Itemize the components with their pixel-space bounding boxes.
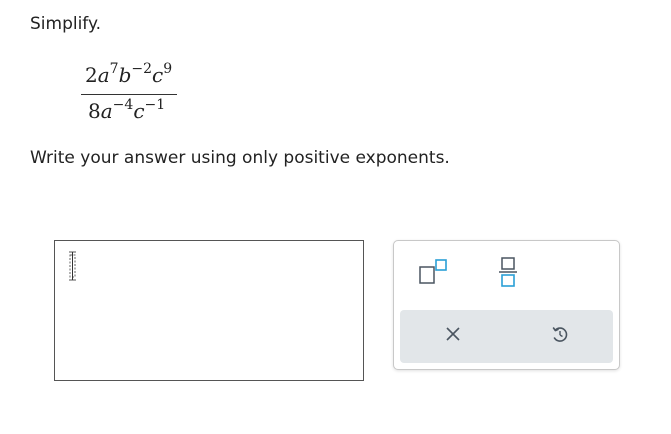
instruction-text: Simplify. (30, 14, 102, 34)
problem-page: Simplify. 2a7b−2c9 8a−4c−1 Write your an… (0, 0, 671, 434)
denominator-base-a: a (100, 99, 113, 123)
numerator-coefficient: 2 (85, 63, 98, 87)
fraction-numerator: 2a7b−2c9 (85, 62, 172, 87)
prompt-text: Write your answer using only positive ex… (30, 148, 450, 168)
fraction-denominator: 8a−4c−1 (88, 98, 165, 123)
numerator-base-a: a (97, 63, 110, 87)
clear-button[interactable] (433, 316, 473, 356)
denominator-coefficient: 8 (88, 99, 101, 123)
fraction-template-icon (493, 253, 523, 293)
denominator-base-c: c (133, 99, 145, 123)
numerator-exponent-c: 9 (163, 61, 173, 77)
exponent-tool-button[interactable] (412, 253, 452, 293)
denominator-exponent-c: −1 (144, 97, 166, 113)
input-cursor-icon (68, 251, 77, 281)
close-icon (445, 326, 461, 346)
fraction-tool-button[interactable] (488, 253, 528, 293)
numerator-exponent-a: 7 (109, 61, 119, 77)
numerator-exponent-b: −2 (131, 61, 153, 77)
fraction-bar (81, 94, 177, 95)
undo-icon (550, 324, 570, 348)
answer-input[interactable] (54, 240, 364, 381)
undo-button[interactable] (540, 316, 580, 356)
numerator-base-b: b (118, 63, 132, 87)
action-bar (400, 310, 613, 363)
math-toolbox (393, 240, 620, 370)
superscript-template-icon (415, 256, 449, 290)
numerator-base-c: c (152, 63, 164, 87)
denominator-exponent-a: −4 (112, 97, 134, 113)
expression-fraction: 2a7b−2c9 8a−4c−1 (80, 55, 180, 125)
